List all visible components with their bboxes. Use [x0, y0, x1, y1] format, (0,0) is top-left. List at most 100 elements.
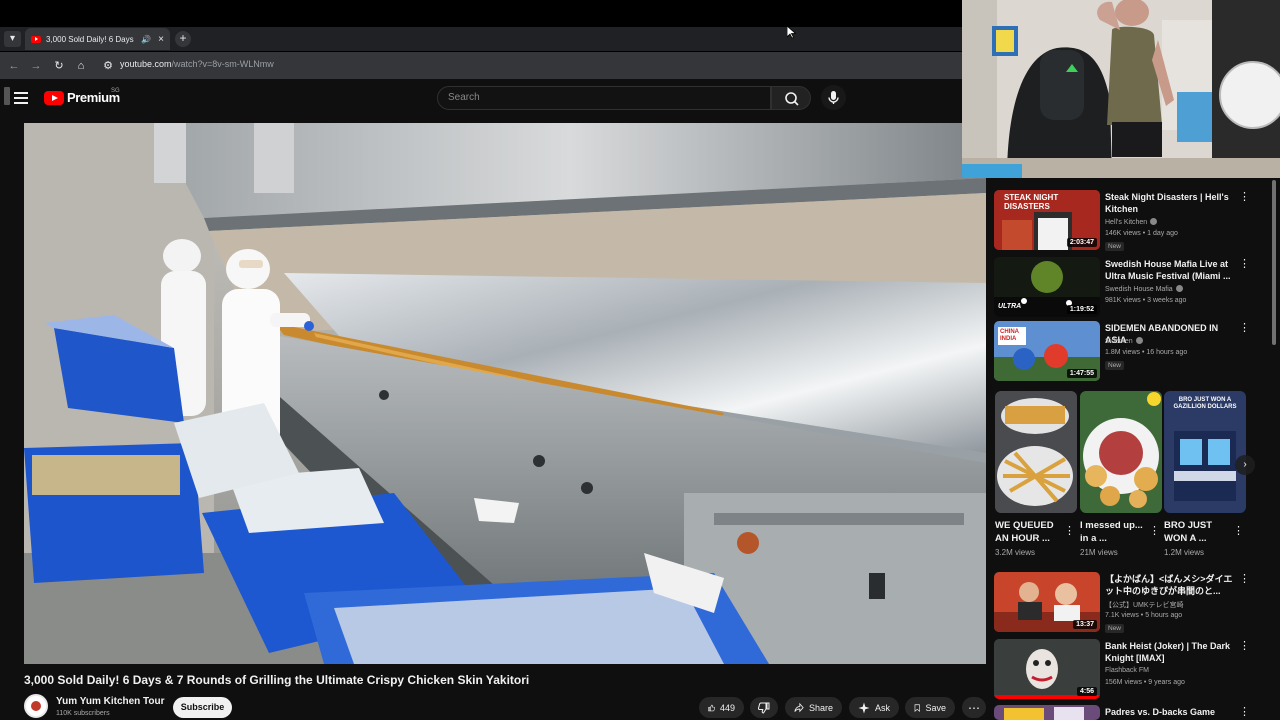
recommendation-item[interactable]: CHINA INDIA 1:47:55 SIDEMEN ABANDONED IN… [994, 321, 1274, 383]
more-horizontal-icon[interactable]: ⋯ [962, 697, 986, 718]
youtube-premium-logo[interactable]: Premium [44, 90, 120, 105]
search-button[interactable] [771, 86, 811, 110]
new-badge: New [1105, 242, 1125, 251]
channel-name[interactable]: Yum Yum Kitchen Tour [56, 696, 165, 707]
recommendation-title[interactable]: Bank Heist (Joker) | The Dark Knight [IM… [1105, 640, 1240, 664]
close-icon[interactable]: × [158, 34, 164, 45]
share-icon [794, 702, 804, 712]
browser-tab-title: 3,000 Sold Daily! 6 Days & [46, 34, 137, 44]
site-info-icon[interactable]: ⚙ [100, 58, 116, 74]
short-thumbnail[interactable]: BRO JUST WON A GAZILLION DOLLARS [1164, 391, 1246, 513]
recommendation-channel[interactable]: Hell's Kitchen [1105, 218, 1158, 226]
more-vertical-icon[interactable]: ⋮ [1064, 524, 1075, 537]
save-button[interactable]: Save [905, 697, 955, 718]
recommendation-item[interactable]: 4:56 Bank Heist (Joker) | The Dark Knigh… [994, 639, 1274, 701]
recommendation-title[interactable]: Steak Night Disasters | Hell's Kitchen [1105, 191, 1240, 215]
verified-icon [1175, 285, 1183, 292]
url-host: youtube.com [120, 59, 172, 69]
recommendation-title[interactable]: Padres vs. D-backs Game [1105, 706, 1240, 718]
video-thumbnail[interactable]: 4:56 [994, 639, 1100, 699]
recommendation-meta: 146K views • 1 day ago [1105, 230, 1178, 237]
short-thumbnail[interactable] [995, 391, 1077, 513]
video-title: 3,000 Sold Daily! 6 Days & 7 Rounds of G… [24, 673, 530, 687]
search-input[interactable]: Search [437, 86, 771, 110]
video-thumbnail[interactable]: ULTRA 1:19:52 [994, 257, 1100, 317]
thumbnail-text: STEAK NIGHT DISASTERS [1004, 193, 1059, 211]
browser-tab-active[interactable]: 3,000 Sold Daily! 6 Days & 🔊 × [25, 28, 170, 50]
more-vertical-icon[interactable]: ⋮ [1239, 323, 1250, 334]
voice-search-button[interactable] [821, 85, 846, 110]
recommendation-item[interactable]: ULTRA 1:19:52 Swedish House Mafia Live a… [994, 257, 1274, 319]
recommendation-channel[interactable]: Swedish House Mafia [1105, 285, 1183, 293]
recommendation-meta: 156M views • 9 years ago [1105, 679, 1185, 686]
short-title: I messed up... in a ... [1080, 520, 1143, 544]
more-vertical-icon[interactable]: ⋮ [1239, 259, 1250, 270]
recommendation-channel-name: Swedish House Mafia [1105, 286, 1173, 293]
video-player[interactable] [24, 123, 986, 664]
recommendation-item[interactable]: 13:37 【よかばん】<ばんメシ>ダイエット中のゆきぴが串間のと... 【公式… [994, 572, 1274, 634]
new-tab-button[interactable]: + [175, 31, 191, 47]
home-icon[interactable]: ⌂ [73, 58, 89, 74]
country-code: SG [111, 88, 120, 94]
video-thumbnail[interactable]: STEAK NIGHT DISASTERS 2:03:47 [994, 190, 1100, 250]
video-frame-kitchen [24, 123, 986, 664]
short-views: 21M views [1080, 548, 1118, 557]
recommendation-meta: 981K views • 3 weeks ago [1105, 297, 1187, 304]
more-vertical-icon[interactable]: ⋮ [1149, 524, 1160, 537]
more-vertical-icon[interactable]: ⋮ [1239, 641, 1250, 652]
sidebar-panel-handle[interactable] [4, 87, 10, 105]
recommendation-item[interactable]: Padres vs. D-backs Game ⋮ [994, 705, 1274, 720]
more-vertical-icon[interactable]: ⋮ [1239, 192, 1250, 203]
short-views: 3.2M views [995, 548, 1036, 557]
more-vertical-icon[interactable]: ⋮ [1239, 574, 1250, 585]
short-views: 1.2M views [1164, 548, 1205, 557]
forward-arrow-icon[interactable]: → [28, 58, 44, 74]
video-thumbnail[interactable] [994, 705, 1100, 720]
thumbnail-text: ULTRA [998, 303, 1022, 310]
subscriber-count: 110K subscribers [56, 710, 110, 717]
like-button[interactable]: 449 [699, 697, 744, 718]
video-duration: 2:03:47 [1066, 238, 1097, 247]
ask-label: Ask [874, 702, 890, 713]
recommendation-meta: 1.8M views • 16 hours ago [1105, 349, 1188, 356]
short-info[interactable]: BRO JUST WON A ... 1.2M views ⋮ [1164, 519, 1246, 557]
recommendation-channel[interactable]: Sidemen [1105, 337, 1143, 345]
back-arrow-icon[interactable]: ← [6, 58, 22, 74]
mic-icon [828, 91, 839, 104]
thumbs-up-icon [708, 704, 715, 711]
thumbnail-text: CHINA INDIA [1000, 329, 1019, 342]
recommendation-channel[interactable]: 【公式】UMKテレビ宮崎 [1105, 600, 1184, 610]
more-vertical-icon[interactable]: ⋮ [1239, 707, 1250, 718]
short-info[interactable]: I messed up... in a ... 21M views ⋮ [1080, 519, 1162, 557]
new-badge: New [1105, 624, 1125, 633]
video-thumbnail[interactable]: CHINA INDIA 1:47:55 [994, 321, 1100, 381]
recommendation-channel[interactable]: Flashback FM [1105, 667, 1149, 674]
url-field[interactable]: youtube.com/watch?v=8v-sm-WLNmw [120, 59, 274, 69]
tab-search-chevron-down-icon[interactable]: ▾ [4, 31, 21, 47]
channel-avatar[interactable] [24, 694, 48, 718]
chevron-right-icon[interactable]: › [1235, 455, 1255, 475]
thumbs-down-icon [758, 702, 770, 714]
reload-icon[interactable]: ↻ [51, 58, 67, 74]
subscribe-button[interactable]: Subscribe [173, 697, 232, 718]
menu-icon[interactable] [14, 92, 28, 104]
video-duration: 1:19:52 [1066, 305, 1097, 314]
share-label: Share [808, 702, 833, 713]
recommendation-channel-name: Sidemen [1105, 338, 1133, 345]
video-thumbnail[interactable]: 13:37 [994, 572, 1100, 632]
recommendation-title[interactable]: 【よかばん】<ばんメシ>ダイエット中のゆきぴが串間のと... [1105, 573, 1240, 597]
recommendation-title[interactable]: Swedish House Mafia Live at Ultra Music … [1105, 258, 1240, 282]
verified-icon [1135, 337, 1143, 344]
short-info[interactable]: WE QUEUED AN HOUR ... 3.2M views ⋮ [995, 519, 1077, 557]
ask-button[interactable]: Ask [849, 697, 899, 718]
dislike-button[interactable] [750, 697, 778, 718]
more-vertical-icon[interactable]: ⋮ [1233, 524, 1244, 537]
share-button[interactable]: Share [785, 697, 842, 718]
speaker-icon[interactable]: 🔊 [141, 35, 151, 44]
youtube-favicon-icon [31, 35, 41, 43]
recommendation-item[interactable]: STEAK NIGHT DISASTERS 2:03:47 Steak Nigh… [994, 190, 1274, 252]
sparkle-icon [858, 702, 870, 713]
short-thumbnail[interactable] [1080, 391, 1162, 513]
recommendation-channel-name: Hell's Kitchen [1105, 219, 1148, 226]
save-label: Save [925, 702, 946, 713]
